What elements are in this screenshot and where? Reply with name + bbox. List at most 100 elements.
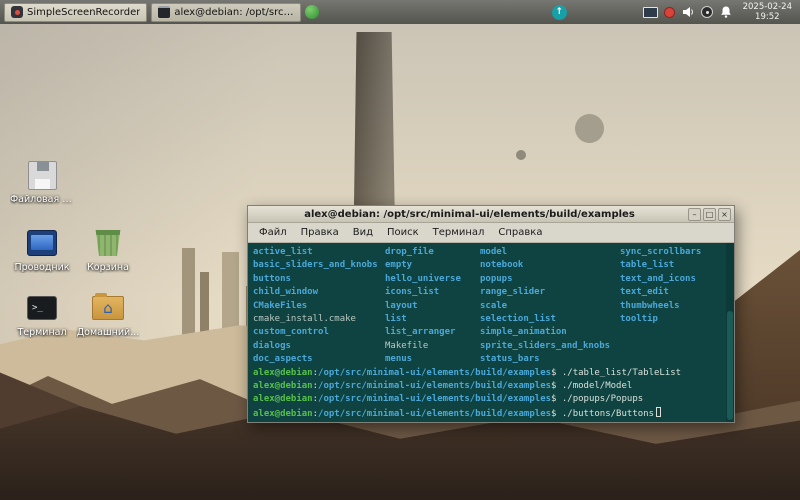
desktop-icon-home[interactable]: ⌂ Домашний... bbox=[76, 291, 140, 338]
prompt-path: /opt/src/minimal-ui/elements/build/examp… bbox=[318, 408, 552, 419]
home-folder-icon: ⌂ bbox=[92, 293, 124, 320]
scrollbar-thumb[interactable] bbox=[727, 311, 733, 420]
file-entry: child_window bbox=[253, 287, 319, 298]
terminal-cursor bbox=[656, 406, 661, 417]
terminal-menubar: Файл Правка Вид Поиск Терминал Справка bbox=[248, 223, 734, 243]
file-entry: simple_animation bbox=[480, 327, 567, 338]
desktop-icon-filesystem[interactable]: Файловая с... bbox=[10, 158, 74, 205]
prompt-path: /opt/src/minimal-ui/elements/build/examp… bbox=[318, 367, 552, 378]
floppy-disk-icon bbox=[27, 160, 57, 190]
desktop-icon-label: Домашний... bbox=[76, 327, 140, 338]
prompt-dollar: $ bbox=[551, 394, 562, 405]
file-entry: layout bbox=[385, 300, 418, 311]
menu-item-view[interactable]: Вид bbox=[346, 225, 380, 240]
top-panel: SimpleScreenRecorder alex@debian: /opt/s… bbox=[0, 0, 800, 24]
audio-mixer-tray-icon[interactable] bbox=[700, 6, 713, 18]
file-entry: Makefile bbox=[385, 340, 429, 351]
prompt-path: /opt/src/minimal-ui/elements/build/examp… bbox=[318, 381, 552, 392]
file-entry: text_and_icons bbox=[620, 273, 696, 284]
file-entry: notebook bbox=[480, 260, 524, 271]
file-entry: status_bars bbox=[480, 354, 540, 365]
clock-time: 19:52 bbox=[755, 12, 780, 22]
terminal-icon: >_ bbox=[27, 296, 57, 320]
file-entry: empty bbox=[385, 260, 413, 271]
terminal-scrollbar[interactable] bbox=[726, 243, 734, 422]
file-entry: text_edit bbox=[620, 287, 669, 298]
file-entry: scale bbox=[480, 300, 508, 311]
updates-tray-icon[interactable]: ↑ bbox=[551, 4, 567, 20]
file-entry: sync_scrollbars bbox=[620, 247, 702, 257]
file-entry: active_list bbox=[253, 247, 313, 257]
desktop-icon-label: Проводник bbox=[14, 262, 70, 273]
maximize-button[interactable]: □ bbox=[703, 207, 716, 221]
prompt-command: ./model/Model bbox=[561, 381, 633, 392]
record-tray-icon[interactable] bbox=[663, 6, 675, 18]
prompt-dollar: $ bbox=[551, 381, 562, 392]
desktop-icon-label: Файловая с... bbox=[10, 194, 74, 205]
prompt-user: alex@debian bbox=[253, 408, 313, 419]
prompt-command: ./buttons/Buttons bbox=[561, 408, 654, 419]
prompt-lines: alex@debian:/opt/src/minimal-ui/elements… bbox=[253, 367, 722, 422]
menu-item-terminal[interactable]: Терминал bbox=[426, 225, 492, 240]
terminal-window: alex@debian: /opt/src/minimal-ui/element… bbox=[247, 205, 735, 423]
file-entry: hello_universe bbox=[385, 273, 461, 284]
desktop-icon-terminal[interactable]: >_ Терминал bbox=[10, 291, 74, 338]
file-listing: active_list drop_file model sync_scrollbars… bbox=[253, 246, 722, 367]
file-entry: drop_file bbox=[385, 247, 434, 257]
prompt-user: alex@debian bbox=[253, 367, 313, 378]
file-manager-icon bbox=[27, 230, 57, 256]
file-entry: model bbox=[480, 247, 508, 257]
prompt-command: ./popups/Popups bbox=[561, 394, 644, 405]
menu-item-file[interactable]: Файл bbox=[252, 225, 294, 240]
file-entry: custom_control bbox=[253, 327, 329, 338]
trash-basket-icon bbox=[95, 230, 121, 256]
file-entry: CMakeFiles bbox=[253, 300, 308, 311]
menu-item-search[interactable]: Поиск bbox=[380, 225, 426, 240]
file-entry: menus bbox=[385, 354, 413, 365]
file-entry: doc_aspects bbox=[253, 354, 313, 365]
terminal-icon bbox=[158, 6, 171, 18]
prompt-user: alex@debian bbox=[253, 394, 313, 405]
file-entry: basic_sliders_and_knobs bbox=[253, 260, 378, 271]
prompt-dollar: $ bbox=[551, 408, 562, 419]
clock-date: 2025-02-24 bbox=[742, 2, 792, 12]
close-button[interactable]: × bbox=[718, 207, 731, 221]
moon-large bbox=[575, 114, 604, 143]
prompt-dollar: $ bbox=[551, 367, 562, 378]
file-entry: list_arranger bbox=[385, 327, 456, 338]
notifications-bell-icon[interactable] bbox=[719, 5, 733, 19]
file-entry: dialogs bbox=[253, 340, 291, 351]
prompt-command: ./table_list/TableList bbox=[561, 367, 682, 378]
file-entry: buttons bbox=[253, 273, 291, 284]
file-entry: list bbox=[385, 314, 407, 325]
menu-item-help[interactable]: Справка bbox=[491, 225, 549, 240]
file-entry: tooltip bbox=[620, 314, 658, 325]
file-entry: selection_list bbox=[480, 314, 556, 325]
screen-recorder-icon bbox=[11, 6, 23, 18]
taskbar-window-label: SimpleScreenRecorder bbox=[27, 6, 141, 18]
desktop-icon-label: Корзина bbox=[87, 262, 129, 273]
file-entry: range_slider bbox=[480, 287, 546, 298]
volume-tray-icon[interactable] bbox=[681, 5, 695, 19]
file-entry: icons_list bbox=[385, 287, 440, 298]
file-entry: thumbwheels bbox=[620, 300, 680, 311]
window-title: alex@debian: /opt/src/minimal-ui/element… bbox=[304, 208, 635, 220]
desktop-icon-file-manager[interactable]: Проводник bbox=[10, 226, 74, 273]
distant-tower bbox=[182, 248, 195, 344]
terminal-content[interactable]: active_list drop_file model sync_scrollbars… bbox=[248, 243, 734, 422]
taskbar-window-label: alex@debian: /opt/src/mi... bbox=[174, 6, 294, 18]
file-entry: sprite_sliders_and_knobs bbox=[480, 340, 611, 351]
taskbar-window-recorder[interactable]: SimpleScreenRecorder bbox=[4, 2, 148, 22]
desktop-icon-label: Терминал bbox=[17, 327, 67, 338]
desktop-icon-trash[interactable]: Корзина bbox=[76, 226, 140, 273]
system-tray: ↑ 2025-02-24 19:52 bbox=[551, 2, 796, 22]
taskbar-window-terminal[interactable]: alex@debian: /opt/src/mi... bbox=[151, 2, 302, 22]
minimize-button[interactable]: – bbox=[688, 207, 701, 221]
launcher-icon[interactable] bbox=[305, 5, 320, 19]
panel-clock[interactable]: 2025-02-24 19:52 bbox=[739, 2, 796, 22]
menu-item-edit[interactable]: Правка bbox=[294, 225, 346, 240]
moon-small bbox=[516, 150, 526, 160]
window-titlebar[interactable]: alex@debian: /opt/src/minimal-ui/element… bbox=[248, 206, 734, 223]
display-tray-icon[interactable] bbox=[642, 6, 658, 18]
file-entry: popups bbox=[480, 273, 513, 284]
